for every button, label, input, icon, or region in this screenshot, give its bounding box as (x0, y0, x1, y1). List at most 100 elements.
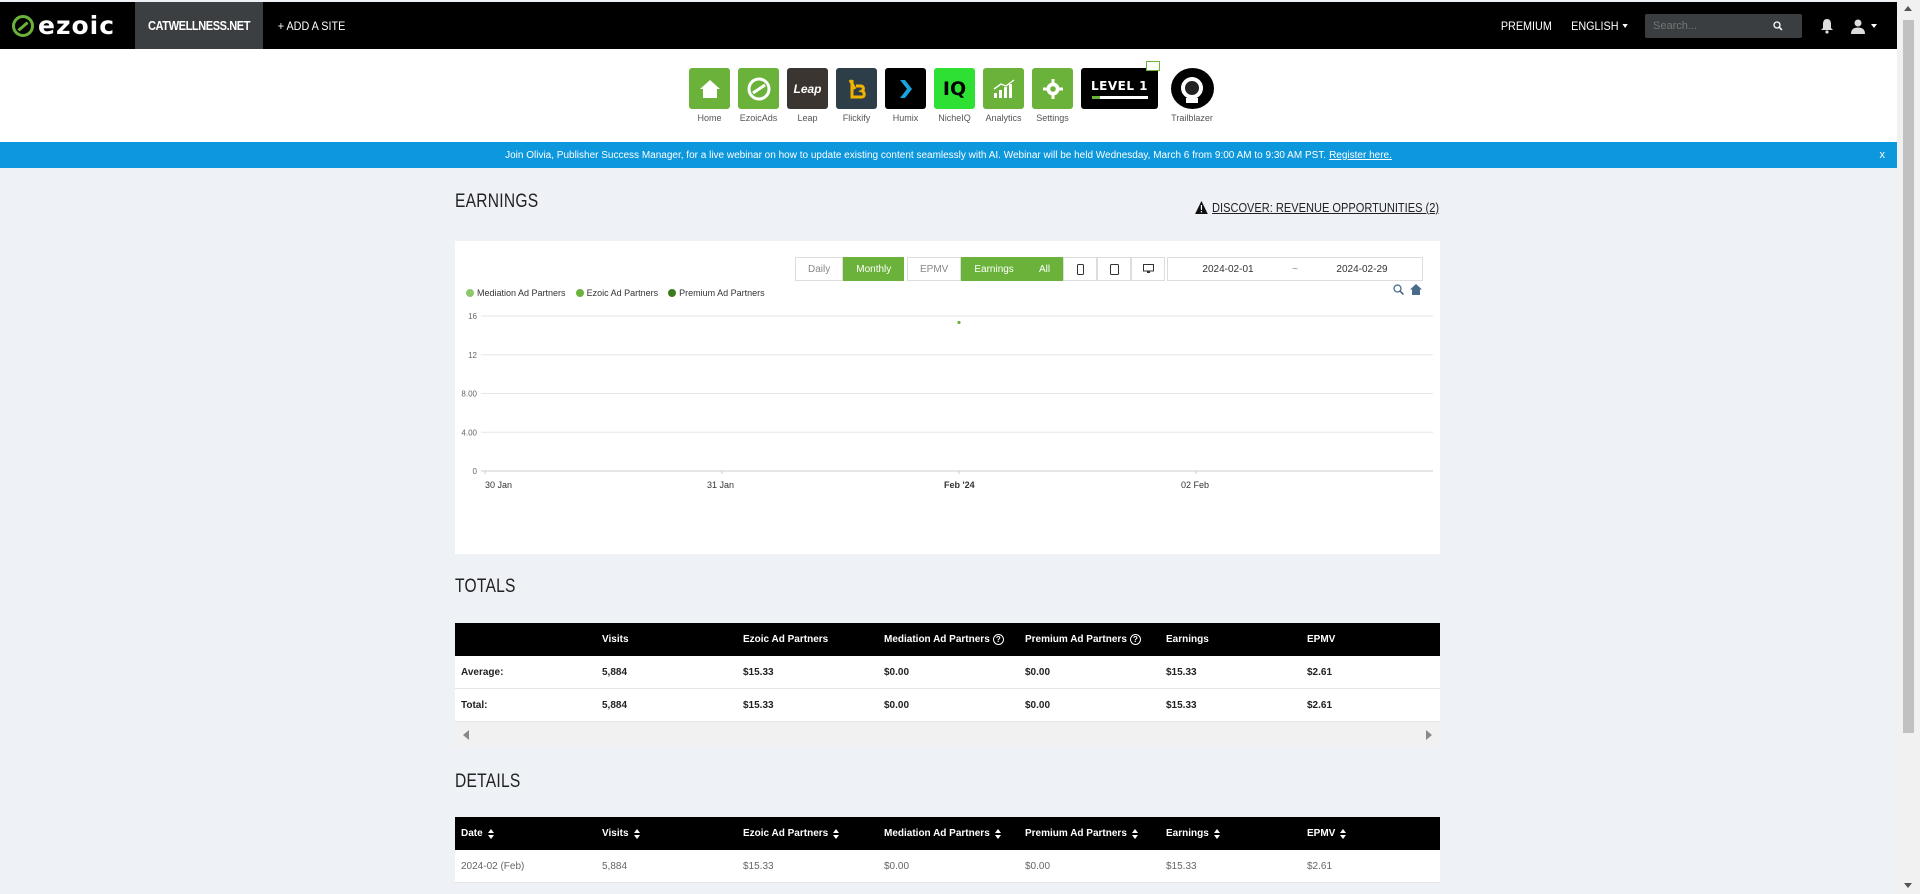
details-header-row: Date Visits Ezoic Ad Partners Mediation … (455, 817, 1440, 850)
discover-text: DISCOVER: REVENUE OPPORTUNITIES (2) (1212, 200, 1439, 215)
y-tick-label: 16 (468, 312, 477, 321)
data-point (957, 320, 961, 325)
sort-icon[interactable] (833, 828, 840, 839)
totals-header-earnings: Earnings (1160, 634, 1301, 645)
y-tick-label: 8.00 (461, 390, 477, 399)
flickify-icon (836, 68, 877, 109)
premium-link[interactable]: PREMIUM (1500, 19, 1551, 33)
table-cell: 5,884 (602, 699, 628, 711)
app-ezoicads[interactable]: EzoicAds (734, 68, 783, 123)
ezoic-logo[interactable]: ezoic (0, 2, 135, 49)
table-cell: $2.61 (1307, 699, 1333, 711)
language-label: ENGLISH (1571, 18, 1619, 33)
nicheiq-icon: IQ (934, 68, 975, 109)
totals-horizontal-scrollbar[interactable] (455, 722, 1440, 747)
details-header-mediation[interactable]: Mediation Ad Partners (878, 828, 1019, 839)
date-start[interactable]: 2024-02-01 (1168, 264, 1288, 275)
app-label-leap: Leap (797, 113, 818, 123)
help-icon[interactable]: ? (1129, 634, 1141, 645)
home-reset-icon[interactable] (1410, 284, 1422, 295)
top-navbar: ezoic CATWELLNESS.NET + ADD A SITE PREMI… (0, 2, 1897, 49)
sort-icon[interactable] (487, 828, 494, 839)
details-header-epmv[interactable]: EPMV (1301, 828, 1442, 839)
x-tick-label: 31 Jan (707, 480, 734, 490)
table-cell: $0.00 (884, 860, 910, 872)
details-header-date[interactable]: Date (455, 828, 596, 839)
x-tick-label: Feb '24 (944, 480, 975, 490)
tablet-button[interactable] (1097, 257, 1132, 281)
epmv-button[interactable]: EPMV (907, 257, 962, 281)
all-devices-button[interactable]: All (1026, 257, 1064, 281)
app-trailblazer[interactable]: Trailblazer (1162, 68, 1222, 123)
app-label-flickify: Flickify (842, 113, 871, 123)
sort-icon[interactable] (1340, 828, 1347, 839)
details-header-visits[interactable]: Visits (596, 828, 737, 839)
scroll-up-arrow-icon[interactable] (1904, 6, 1912, 11)
help-icon[interactable]: ? (992, 634, 1004, 645)
search-input[interactable] (1653, 19, 1773, 32)
header-text: Date (461, 828, 483, 839)
table-cell: $0.00 (1025, 699, 1051, 711)
scrollbar-thumb[interactable] (1903, 20, 1914, 733)
date-range-picker[interactable]: 2024-02-01 ~ 2024-02-29 (1167, 257, 1423, 281)
sort-icon[interactable] (1213, 828, 1220, 839)
scroll-down-arrow-icon[interactable] (1904, 883, 1912, 888)
details-header-premium[interactable]: Premium Ad Partners (1019, 828, 1160, 839)
x-tick-label: 30 Jan (485, 480, 512, 490)
home-icon (689, 68, 730, 109)
app-nicheiq[interactable]: IQ NicheIQ (930, 68, 979, 123)
announcement-close-button[interactable]: x (1880, 149, 1886, 161)
ezoicads-icon (738, 68, 779, 109)
search-box[interactable] (1645, 13, 1802, 38)
chevron-down-icon (1871, 23, 1877, 28)
date-end[interactable]: 2024-02-29 (1302, 264, 1422, 275)
scroll-right-arrow-icon[interactable] (1426, 730, 1432, 740)
zoom-icon[interactable] (1393, 284, 1404, 295)
chart-zoom-controls (1393, 284, 1422, 295)
y-tick-label: 0 (473, 467, 478, 476)
table-cell: $2.61 (1307, 860, 1333, 872)
earnings-title: EARNINGS (455, 191, 539, 212)
scroll-left-arrow-icon[interactable] (463, 730, 469, 740)
level-badge[interactable]: LEVEL 1 (1081, 61, 1160, 109)
sort-icon[interactable] (633, 828, 640, 839)
device-toggle: All (1026, 257, 1166, 281)
app-flickify[interactable]: Flickify (832, 68, 881, 123)
app-leap[interactable]: Leap Leap (783, 68, 832, 123)
site-selector-tab[interactable]: CATWELLNESS.NET (135, 2, 263, 49)
add-site-link[interactable]: + ADD A SITE (278, 19, 346, 33)
details-table: Date Visits Ezoic Ad Partners Mediation … (455, 817, 1440, 883)
ezoic-logo-icon (12, 14, 34, 37)
y-tick-label: 4.00 (461, 428, 477, 437)
tablet-icon (1109, 263, 1119, 275)
desktop-button[interactable] (1131, 257, 1166, 281)
y-tick-label: 12 (468, 351, 477, 360)
search-icon[interactable] (1773, 20, 1783, 31)
sort-icon[interactable] (994, 828, 1001, 839)
period-toggle: Daily Monthly (795, 257, 905, 281)
table-cell: $15.33 (1166, 699, 1197, 711)
notifications-bell-icon[interactable] (1820, 18, 1834, 34)
sort-icon[interactable] (1131, 828, 1138, 839)
app-humix[interactable]: Humix (881, 68, 930, 123)
details-title: DETAILS (455, 771, 521, 792)
page-vertical-scrollbar[interactable] (1897, 0, 1920, 894)
app-settings[interactable]: Settings (1028, 68, 1077, 123)
app-home[interactable]: Home (685, 68, 734, 123)
earnings-button[interactable]: Earnings (961, 257, 1027, 281)
details-header-ezoic[interactable]: Ezoic Ad Partners (737, 828, 878, 839)
header-text: Visits (602, 634, 629, 645)
header-text: EPMV (1307, 634, 1336, 645)
user-menu[interactable] (1850, 18, 1877, 34)
discover-revenue-link[interactable]: DISCOVER: REVENUE OPPORTUNITIES (2) (1195, 200, 1439, 215)
logo-text: ezoic (38, 11, 116, 40)
mobile-button[interactable] (1063, 257, 1098, 281)
language-dropdown[interactable]: ENGLISH (1571, 18, 1628, 33)
daily-button[interactable]: Daily (795, 257, 844, 281)
register-link[interactable]: Register here. (1329, 150, 1392, 161)
monthly-button[interactable]: Monthly (843, 257, 905, 281)
details-header-earnings[interactable]: Earnings (1160, 828, 1301, 839)
app-analytics[interactable]: Analytics (979, 68, 1028, 123)
app-label-home: Home (697, 113, 722, 123)
app-label-analytics: Analytics (985, 113, 1022, 123)
